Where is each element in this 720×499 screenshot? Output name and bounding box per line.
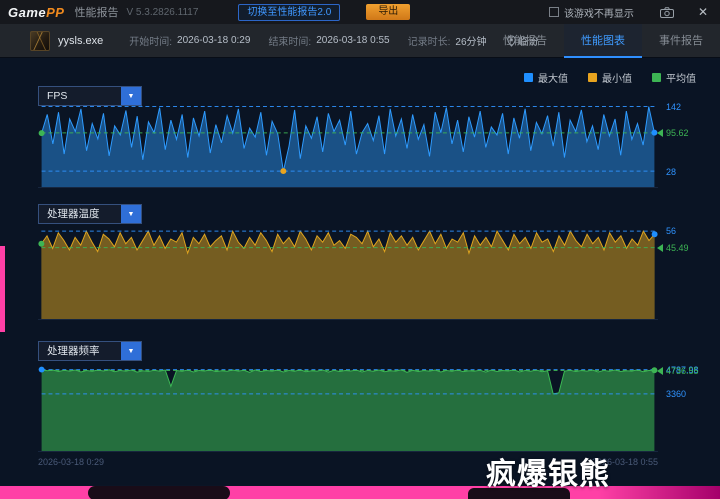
- axis-label: 3360: [666, 389, 686, 399]
- wallpaper-left-sliver: [0, 246, 5, 332]
- average-arrow-icon: [657, 367, 663, 375]
- axis-label: 142: [666, 102, 681, 112]
- legend-label: 最小值: [602, 70, 632, 85]
- cpu-freq-metric-selector[interactable]: 处理器频率 ▼: [38, 341, 142, 361]
- cpu-freq-metric-value: 处理器频率: [39, 342, 121, 360]
- legend-label: 最大值: [538, 70, 568, 85]
- axis-label: 45.49: [666, 243, 689, 253]
- legend-swatch: [524, 73, 533, 82]
- tab-event-report[interactable]: 事件报告: [642, 24, 720, 58]
- legend-item: 最大值: [524, 70, 568, 85]
- screenshot-camera-icon[interactable]: [660, 7, 674, 18]
- session-bar: yysls.exe 开始时间: 2026-03-18 0:29 结束时间: 20…: [0, 24, 720, 58]
- dont-show-checkbox[interactable]: [549, 7, 559, 17]
- chart-panel: 最大值最小值平均值 FPS ▼ 14295.6228 处理器温度 ▼ 5645.…: [0, 58, 720, 485]
- legend: 最大值 最小值 平均值: [524, 70, 696, 85]
- axis-label: 95.62: [666, 128, 689, 138]
- duration-value: 26分钟: [455, 33, 486, 48]
- window-title: 性能报告: [74, 4, 118, 20]
- switch-report-button[interactable]: 切换至性能报告2.0: [238, 4, 340, 21]
- wallpaper-shade: [598, 486, 720, 499]
- legend-label: 平均值: [666, 70, 696, 85]
- tab-performance-report[interactable]: 性能报告: [486, 24, 564, 58]
- fps-chart[interactable]: 142 95.62 28: [38, 102, 706, 188]
- duration-label: 记录时长:: [408, 33, 451, 48]
- legend-item: 最小值: [588, 70, 632, 85]
- start-time-label: 开始时间:: [129, 33, 172, 48]
- game-icon: [30, 31, 50, 51]
- legend-item: 平均值: [652, 70, 696, 85]
- watermark-text: 疯爆银熊: [486, 449, 610, 493]
- axis-label: 4736.55: [666, 366, 699, 376]
- axis-label: 56: [666, 226, 676, 236]
- chevron-down-icon[interactable]: ▼: [121, 342, 141, 360]
- gamepp-logo: GamePP: [8, 5, 64, 20]
- average-arrow-icon: [657, 244, 663, 252]
- cpu-temp-metric-selector[interactable]: 处理器温度 ▼: [38, 204, 142, 224]
- cpu-temp-metric-value: 处理器温度: [39, 205, 121, 223]
- export-button[interactable]: 导出: [366, 4, 410, 20]
- tabs: 性能报告性能图表事件报告: [486, 24, 720, 58]
- end-time-label: 结束时间:: [268, 33, 311, 48]
- end-time-value: 2026-03-18 0:55: [316, 35, 389, 46]
- dont-show-label: 该游戏不再显示: [564, 5, 634, 20]
- gamepp-report-window: GamePP 性能报告 V 5.3.2826.1117 切换至性能报告2.0 导…: [0, 0, 720, 486]
- legend-swatch: [652, 73, 661, 82]
- chevron-down-icon[interactable]: ▼: [121, 205, 141, 223]
- average-arrow-icon: [657, 129, 663, 137]
- version-label: V 5.3.2826.1117: [126, 7, 198, 18]
- tab-performance-chart[interactable]: 性能图表: [564, 24, 642, 58]
- logo-pp: PP: [46, 5, 64, 20]
- session-meta: 开始时间: 2026-03-18 0:29 结束时间: 2026-03-18 0…: [129, 33, 504, 48]
- cpu-temp-chart[interactable]: 56 45.49: [38, 228, 706, 320]
- wallpaper-dark-blob: [88, 486, 230, 499]
- close-icon[interactable]: ✕: [698, 5, 708, 19]
- logo-game: Game: [8, 5, 46, 20]
- start-time-value: 2026-03-18 0:29: [177, 35, 250, 46]
- legend-swatch: [588, 73, 597, 82]
- cpu-freq-chart[interactable]: 4787.984736.553360: [38, 366, 706, 452]
- desktop: GamePP 性能报告 V 5.3.2826.1117 切换至性能报告2.0 导…: [0, 0, 720, 499]
- process-name: yysls.exe: [58, 35, 103, 47]
- chart-start-time: 2026-03-18 0:29: [38, 457, 104, 467]
- titlebar: GamePP 性能报告 V 5.3.2826.1117 切换至性能报告2.0 导…: [0, 0, 720, 24]
- axis-label: 28: [666, 167, 676, 177]
